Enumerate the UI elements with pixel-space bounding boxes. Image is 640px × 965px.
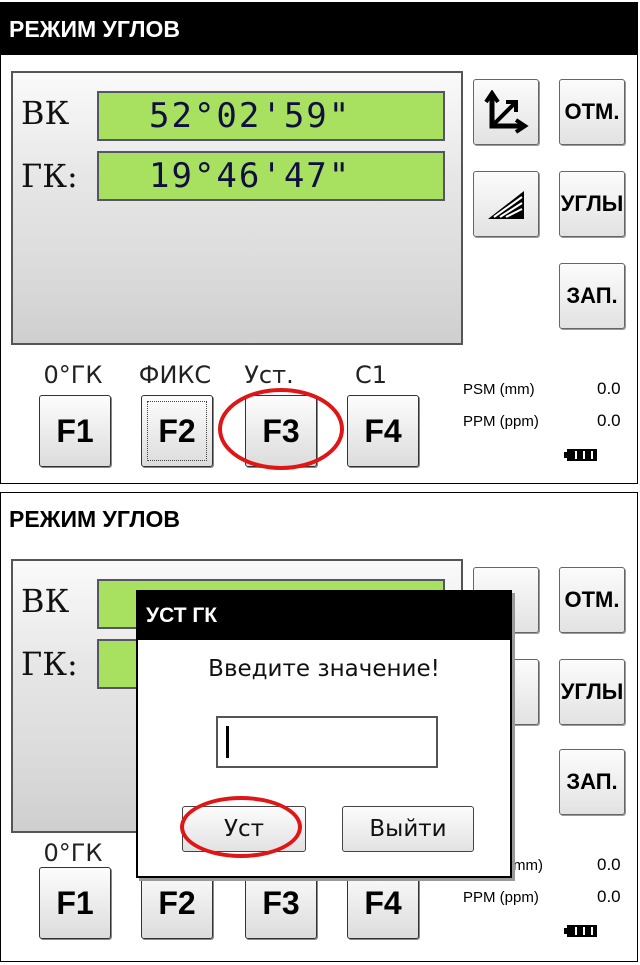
vertical-angle-label: ВК <box>21 94 70 132</box>
f1-button[interactable]: F1 <box>39 867 111 939</box>
elevation-button[interactable]: ОТМ. <box>559 79 625 145</box>
screen-title: РЕЖИМ УГЛОВ <box>1 493 637 545</box>
psm-value: 0.0 <box>597 855 621 874</box>
f2-button[interactable]: F2 <box>141 395 213 467</box>
record-button[interactable]: ЗАП. <box>559 749 625 815</box>
ppm-label: PPM (ppm) <box>463 413 539 430</box>
record-button[interactable]: ЗАП. <box>559 263 625 329</box>
battery-icon <box>564 449 597 461</box>
hz-value-input[interactable] <box>216 716 438 768</box>
psm-label: PSM (mm) <box>463 381 535 398</box>
screen-title: РЕЖИМ УГЛОВ <box>1 3 637 55</box>
exit-button[interactable]: Выйти <box>342 806 474 852</box>
dialog-message: Введите значение! <box>208 656 440 682</box>
ppm-label: PPM (ppm) <box>463 889 539 906</box>
dialog-title: УСТ ГК <box>138 592 510 640</box>
f3-function-label: Уст. <box>244 361 294 389</box>
angle-mode-screen-top: РЕЖИМ УГЛОВ ВК 52°02'59" ГК: 19°46'47" О… <box>0 2 638 484</box>
elevation-button[interactable]: ОТМ. <box>559 567 625 633</box>
battery-icon <box>564 925 597 937</box>
horizontal-angle-label: ГК: <box>21 645 78 683</box>
f1-function-label: 0°ГК <box>43 361 103 389</box>
f1-function-label: 0°ГК <box>43 839 103 867</box>
ppm-value: 0.0 <box>597 411 621 430</box>
f4-button[interactable]: F4 <box>347 395 419 467</box>
coordinate-mode-button[interactable] <box>473 79 539 145</box>
set-button[interactable]: Уст <box>182 806 306 852</box>
f1-button[interactable]: F1 <box>39 395 111 467</box>
f4-function-label: C1 <box>354 361 388 389</box>
psm-value: 0.0 <box>597 379 621 398</box>
vertical-angle-label: ВК <box>21 582 70 620</box>
f2-function-label: ФИКС <box>138 361 212 389</box>
ppm-value: 0.0 <box>597 887 621 906</box>
angles-button[interactable]: УГЛЫ <box>559 171 625 237</box>
vertical-angle-value: 52°02'59" <box>97 91 445 141</box>
horizontal-angle-value: 19°46'47" <box>97 151 445 201</box>
coordinate-axes-icon <box>482 90 530 134</box>
tilt-wedge-icon <box>484 187 528 221</box>
angles-button[interactable]: УГЛЫ <box>559 659 625 725</box>
f3-button[interactable]: F3 <box>245 395 317 467</box>
set-hz-dialog: УСТ ГК Введите значение! Уст Выйти <box>136 590 512 878</box>
angle-display-panel: ВК 52°02'59" ГК: 19°46'47" <box>11 71 463 345</box>
horizontal-angle-label: ГК: <box>21 157 78 195</box>
text-caret <box>226 726 229 758</box>
psm-label: mm) <box>513 857 543 874</box>
tilt-button[interactable] <box>473 171 539 237</box>
